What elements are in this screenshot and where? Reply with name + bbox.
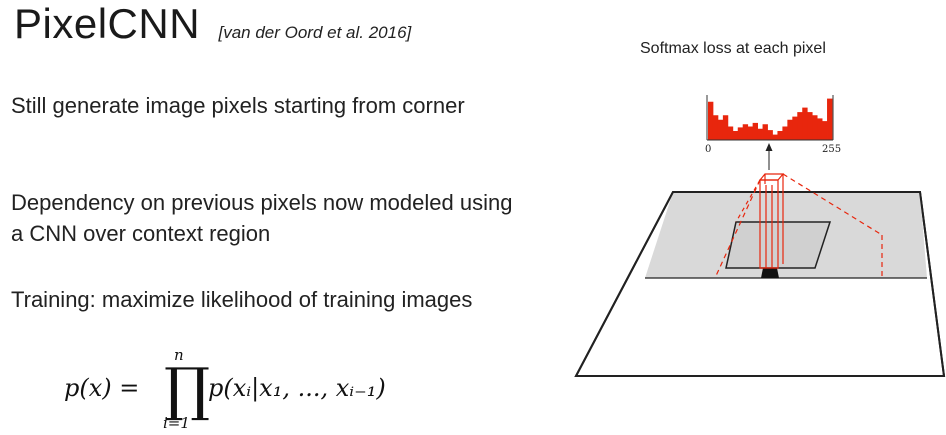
histogram-bar — [797, 112, 803, 140]
histogram-bar — [732, 131, 739, 140]
product-symbol: ∏ — [164, 355, 211, 423]
histogram-bar — [792, 116, 798, 140]
histogram-bar — [782, 126, 788, 140]
slide-title: PixelCNN — [14, 0, 201, 47]
formula-lhs: p(x) = — [64, 374, 140, 402]
histogram-bar — [802, 107, 808, 140]
bullet-training: Training: maximize likelihood of trainin… — [11, 287, 473, 312]
histogram-max-label: 255 — [822, 144, 841, 155]
product-lower-limit: i=1 — [163, 414, 190, 432]
histogram-bar — [747, 126, 754, 140]
histogram-bar — [772, 134, 778, 140]
likelihood-formula: p(x) = n ∏ i=1 p(xᵢ|x₁, ..., xᵢ₋₁) — [64, 346, 444, 432]
histogram-bar — [752, 122, 758, 140]
histogram-bar — [787, 119, 793, 140]
histogram-bar — [712, 115, 719, 140]
histogram-bar — [762, 124, 768, 140]
pixelcnn-diagram: 0 255 — [574, 95, 946, 377]
softmax-histogram: 0 255 — [705, 95, 841, 155]
bullet-cnn-dependency: Dependency on previous pixels now modele… — [11, 190, 513, 246]
softmax-caption: Softmax loss at each pixel — [640, 40, 826, 57]
histogram-bar — [812, 115, 818, 140]
histogram-bar — [737, 127, 744, 140]
histogram-bar — [827, 98, 833, 140]
up-arrow — [765, 143, 773, 170]
histogram-bar — [757, 128, 763, 140]
bullet-generate-pixels: Still generate image pixels starting fro… — [11, 93, 465, 118]
histogram-bar — [767, 130, 773, 140]
current-pixel — [761, 268, 779, 278]
histogram-bars — [708, 98, 833, 140]
histogram-min-label: 0 — [705, 144, 711, 155]
histogram-bar — [708, 101, 714, 140]
title-row: PixelCNN [van der Oord et al. 2016] — [14, 0, 411, 50]
histogram-bar — [727, 126, 734, 140]
histogram-bar — [722, 115, 729, 140]
histogram-bar — [822, 121, 828, 140]
histogram-bar — [807, 112, 813, 140]
histogram-bar — [777, 131, 783, 140]
citation: [van der Oord et al. 2016] — [218, 23, 412, 42]
histogram-bar — [717, 119, 724, 140]
histogram-bar — [742, 124, 749, 140]
histogram-bar — [817, 118, 823, 140]
formula-rhs: p(xᵢ|x₁, ..., xᵢ₋₁) — [208, 374, 386, 402]
